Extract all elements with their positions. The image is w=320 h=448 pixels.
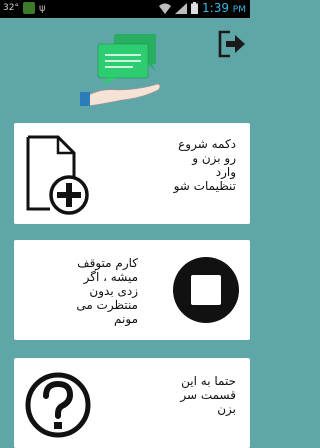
clock-hours: 1:39 — [202, 1, 229, 15]
card-label: کارم متوقف میشه ، اگر زدی بدون منتظرت می… — [76, 256, 138, 326]
usb-icon: ψ — [38, 2, 46, 14]
stop-icon — [173, 257, 239, 323]
start-settings-card[interactable]: دکمه شروع رو بزن و وارد تنظیمات شو — [14, 123, 250, 224]
help-icon — [25, 372, 91, 438]
help-card[interactable]: حتما به این قسمت سر بزن — [14, 358, 250, 448]
stop-card[interactable]: کارم متوقف میشه ، اگر زدی بدون منتظرت می… — [14, 240, 250, 340]
signal-icon — [175, 2, 188, 14]
hand-chat-illustration — [80, 34, 161, 107]
app-notification-icon — [22, 2, 35, 14]
wifi-icon — [159, 3, 172, 14]
card-label: دکمه شروع رو بزن و وارد تنظیمات شو — [173, 137, 236, 193]
add-file-icon — [26, 135, 89, 215]
exit-icon[interactable] — [218, 30, 246, 58]
clock-ampm: PM — [232, 5, 246, 15]
clock-time: 1:39 PM — [202, 1, 246, 15]
temperature-text: 32° — [3, 3, 19, 13]
card-label: حتما به این قسمت سر بزن — [180, 374, 236, 416]
battery-icon — [191, 2, 199, 14]
status-bar: 32° ψ 1:39 PM — [0, 0, 250, 18]
